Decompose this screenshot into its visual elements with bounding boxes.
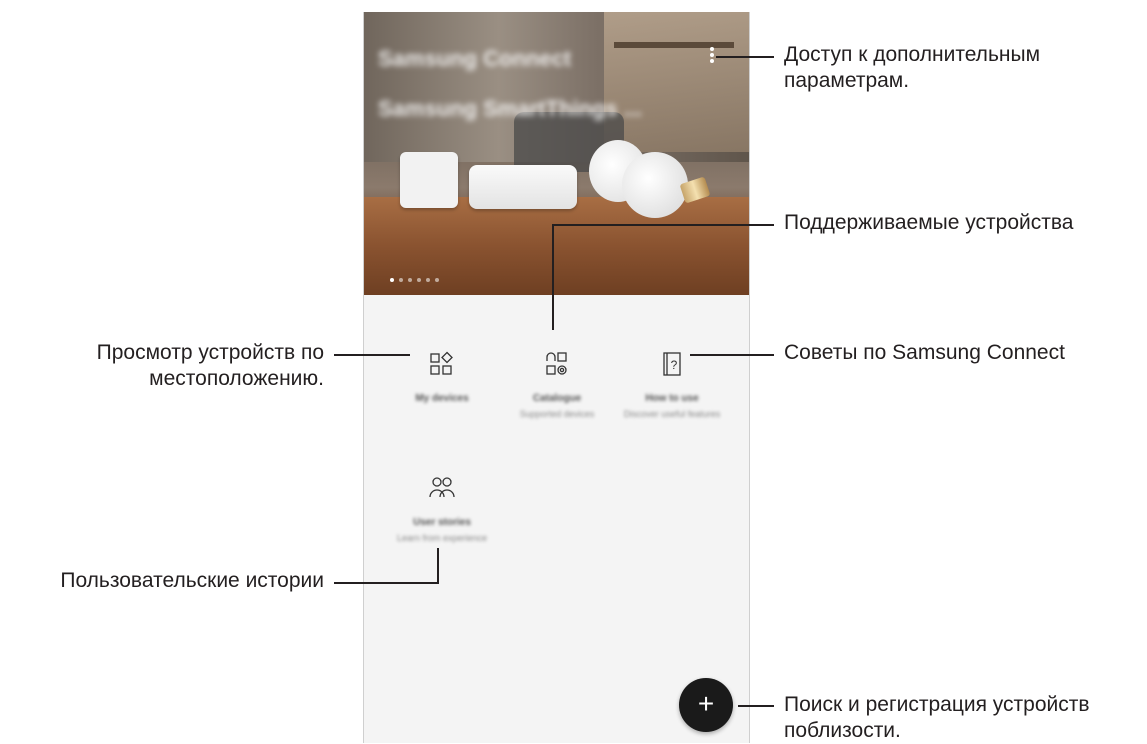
tile-title: My devices	[415, 393, 469, 404]
callout-line: поблизости.	[784, 719, 901, 742]
tile-catalogue[interactable]: Catalogue Supported devices	[502, 351, 612, 421]
add-device-button[interactable]: +	[679, 678, 733, 732]
callout-tips: Советы по Samsung Connect	[784, 340, 1065, 366]
tile-title: User stories	[413, 517, 471, 528]
hero-subtitle: Samsung SmartThings ...	[378, 96, 643, 121]
leader-tips	[690, 354, 774, 356]
tile-user-stories[interactable]: User stories Learn from experience	[387, 475, 497, 545]
menu-area: My devices Catalogue Supported devices ?…	[364, 295, 749, 743]
tile-subtitle: Discover useful features	[623, 409, 721, 419]
hero-banner[interactable]: Samsung Connect Samsung SmartThings ...	[364, 12, 749, 295]
devices-icon	[430, 351, 453, 375]
tile-title: How to use	[645, 393, 699, 404]
hero-bulb-2	[622, 152, 688, 218]
callout-line: Просмотр устройств по	[96, 341, 324, 364]
leader-supported-horizontal	[552, 224, 774, 226]
callout-more-options: Доступ к дополнительным параметрам.	[784, 42, 1040, 94]
add-icon: +	[697, 688, 715, 719]
callout-view-by-location: Просмотр устройств по местоположению.	[97, 340, 324, 392]
callout-line: Советы по Samsung Connect	[784, 341, 1065, 364]
tile-title: Catalogue	[532, 393, 582, 404]
more-options-icon[interactable]	[708, 46, 716, 70]
leader-supported-vertical	[552, 224, 554, 330]
leader-view-by-location	[334, 354, 410, 356]
people-icon	[429, 477, 455, 498]
tile-my-devices[interactable]: My devices	[387, 351, 497, 404]
help-book-icon: ?	[663, 352, 681, 376]
tile-how-to-use[interactable]: ? How to use Discover useful features	[617, 351, 727, 421]
callout-line: местоположению.	[149, 367, 324, 390]
leader-user-stories-vertical	[437, 548, 439, 584]
leader-search-register	[738, 705, 774, 707]
carousel-indicator	[390, 278, 439, 282]
leader-more-options	[716, 56, 774, 58]
hero-hub-device	[469, 165, 577, 209]
callout-line: Доступ к дополнительным	[784, 43, 1041, 66]
hero-title: Samsung Connect	[378, 46, 572, 71]
carousel-dot[interactable]	[399, 278, 403, 282]
svg-text:?: ?	[671, 358, 678, 372]
carousel-dot[interactable]	[426, 278, 430, 282]
catalogue-icon	[546, 352, 567, 375]
carousel-dot[interactable]	[435, 278, 439, 282]
carousel-dot[interactable]	[417, 278, 421, 282]
callout-user-stories: Пользовательские истории	[60, 568, 324, 594]
callout-supported-devices: Поддерживаемые устройства	[784, 210, 1073, 236]
leader-user-stories-horizontal	[334, 582, 439, 584]
carousel-dot[interactable]	[408, 278, 412, 282]
callout-line: Поддерживаемые устройства	[784, 211, 1074, 234]
carousel-dot[interactable]	[390, 278, 394, 282]
callout-line: Пользовательские истории	[60, 569, 324, 592]
callout-search-register: Поиск и регистрация устройств поблизости…	[784, 692, 1090, 744]
hero-shelf	[614, 42, 734, 48]
hero-sensor-device	[400, 152, 458, 208]
phone-screen: Samsung Connect Samsung SmartThings ...	[363, 12, 750, 743]
hero-window	[604, 12, 749, 152]
tile-subtitle: Learn from experience	[396, 533, 488, 543]
callout-line: параметрам.	[784, 69, 910, 92]
callout-line: Поиск и регистрация устройств	[784, 693, 1090, 716]
tile-subtitle: Supported devices	[519, 409, 595, 419]
